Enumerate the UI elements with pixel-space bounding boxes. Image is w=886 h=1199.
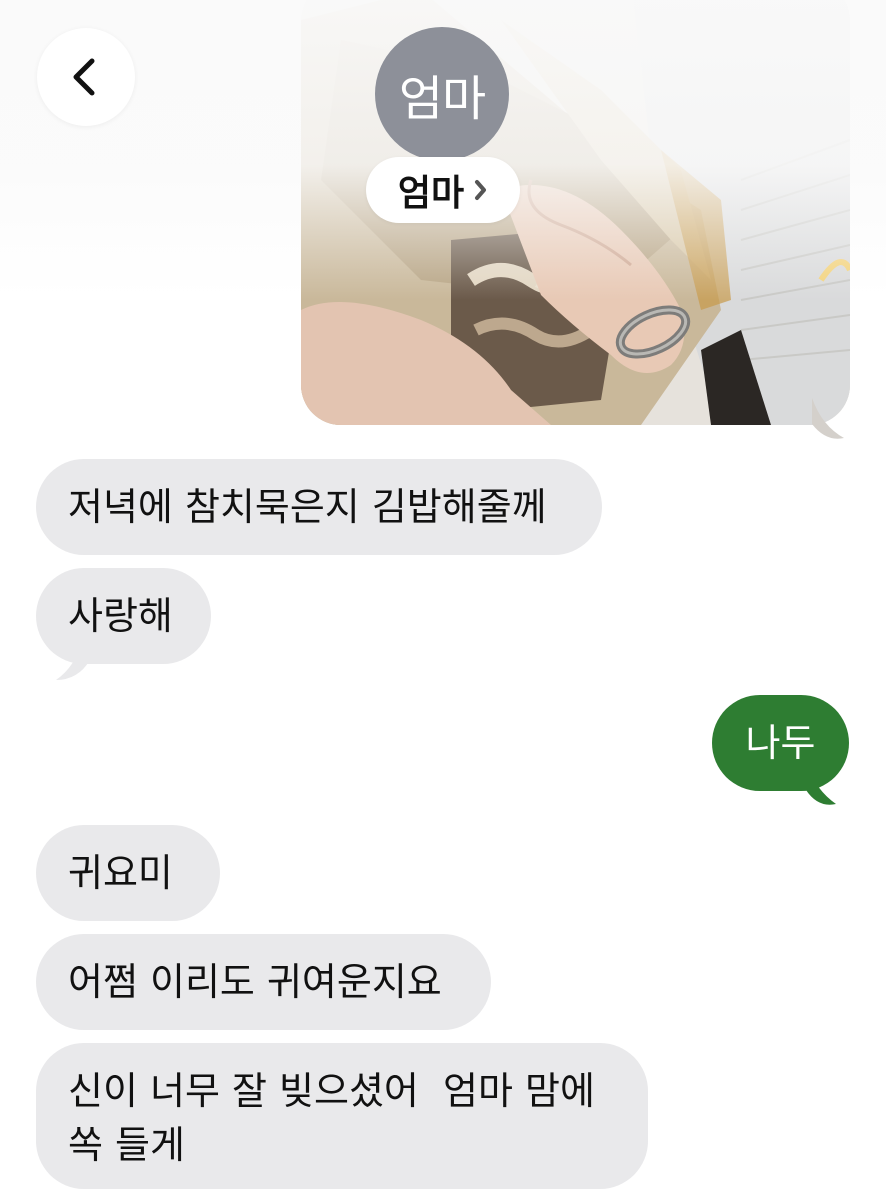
avatar-initials: 엄마 — [398, 71, 486, 127]
message-text-line2: 쏙 들게 — [68, 1123, 185, 1167]
chevron-right-icon — [475, 180, 487, 200]
contact-name: 엄마 — [397, 173, 465, 214]
message-text: 어쩜 이리도 귀여운지요 — [68, 960, 442, 1004]
message-text: 귀요미 — [68, 851, 173, 895]
message-text: 나두 — [745, 721, 816, 765]
chevron-left-icon — [73, 58, 95, 96]
contact-avatar[interactable]: 엄마 — [375, 27, 509, 161]
message-text: 저녁에 참치묵은지 김밥해줄께 — [68, 485, 547, 529]
chat-screen: 엄마 엄마 저녁에 참치묵은지 김밥해줄께 사랑해 나두 귀요미 어쩜 이리도 … — [0, 0, 886, 1199]
message-text-line1: 신이 너무 잘 빚으셨어 엄마 맘에 — [68, 1069, 595, 1113]
incoming-message[interactable]: 어쩜 이리도 귀여운지요 — [36, 934, 491, 1030]
incoming-message[interactable]: 귀요미 — [36, 825, 220, 921]
incoming-message[interactable]: 저녁에 참치묵은지 김밥해줄께 — [36, 459, 602, 555]
incoming-message[interactable]: 신이 너무 잘 빚으셨어 엄마 맘에 쏙 들게 — [36, 1043, 648, 1189]
outgoing-bubble-tail — [806, 764, 836, 805]
photo-bubble-tail — [812, 398, 844, 439]
message-text: 사랑해 — [68, 594, 173, 638]
back-button[interactable] — [37, 28, 135, 126]
contact-name-button[interactable]: 엄마 — [366, 157, 520, 223]
incoming-bubble-tail — [56, 640, 90, 680]
